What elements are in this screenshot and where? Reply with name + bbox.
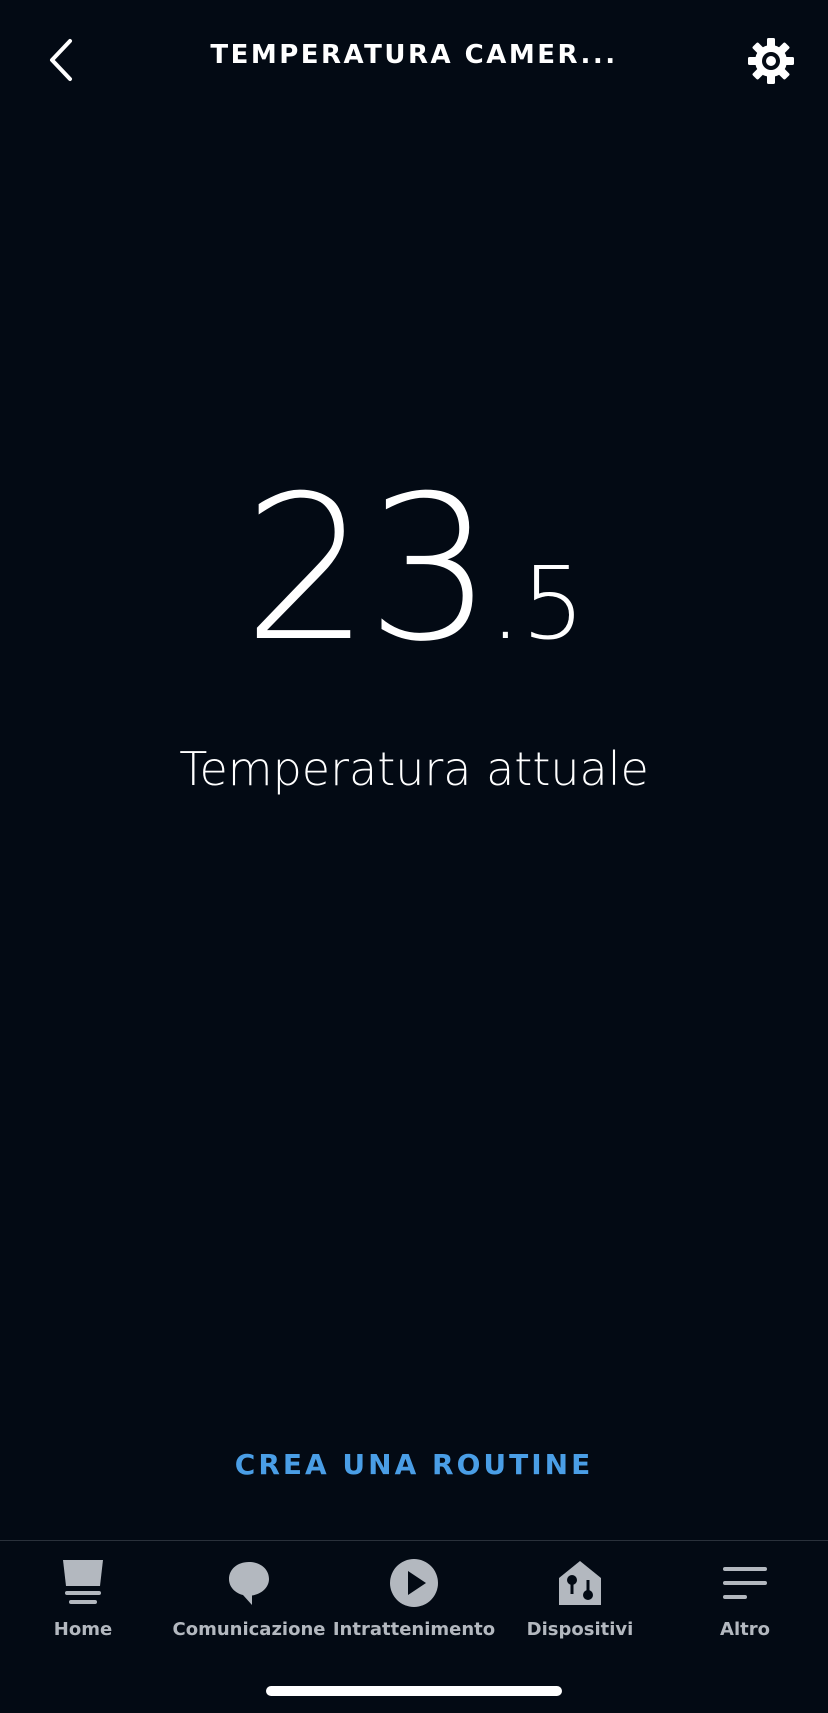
tab-altro[interactable]: Altro: [662, 1555, 828, 1655]
temperature-label: Temperatura attuale: [179, 742, 649, 796]
tab-altro-label: Altro: [720, 1619, 770, 1640]
tab-dispositivi-label: Dispositivi: [526, 1619, 634, 1640]
menu-icon: [723, 1567, 767, 1599]
temperature-integer: 23: [243, 453, 493, 686]
play-icon: [390, 1559, 438, 1607]
app-header: TEMPERATURA CAMER...: [0, 0, 828, 120]
home-icon: [63, 1560, 103, 1604]
tab-comunicazione-label: Comunicazione: [172, 1619, 326, 1640]
tab-home[interactable]: Home: [0, 1555, 166, 1655]
tab-intrattenimento[interactable]: Intrattenimento: [331, 1555, 497, 1655]
home-indicator[interactable]: [266, 1686, 562, 1696]
gear-icon: [748, 38, 794, 84]
page-title: TEMPERATURA CAMER...: [210, 40, 618, 70]
chat-bubble-icon: [229, 1562, 269, 1605]
settings-button[interactable]: [740, 30, 802, 92]
devices-icon: [559, 1561, 601, 1605]
chevron-left-icon: [50, 39, 72, 81]
tab-intrattenimento-label: Intrattenimento: [332, 1619, 496, 1640]
back-button[interactable]: [34, 30, 88, 90]
tab-dispositivi[interactable]: Dispositivi: [497, 1555, 663, 1655]
tab-home-label: Home: [53, 1619, 113, 1640]
tab-comunicazione[interactable]: Comunicazione: [166, 1555, 332, 1655]
current-temperature: 23.5: [0, 470, 828, 670]
create-routine-button[interactable]: CREA UNA ROUTINE: [0, 1448, 828, 1481]
temperature-decimal: .5: [489, 545, 585, 662]
